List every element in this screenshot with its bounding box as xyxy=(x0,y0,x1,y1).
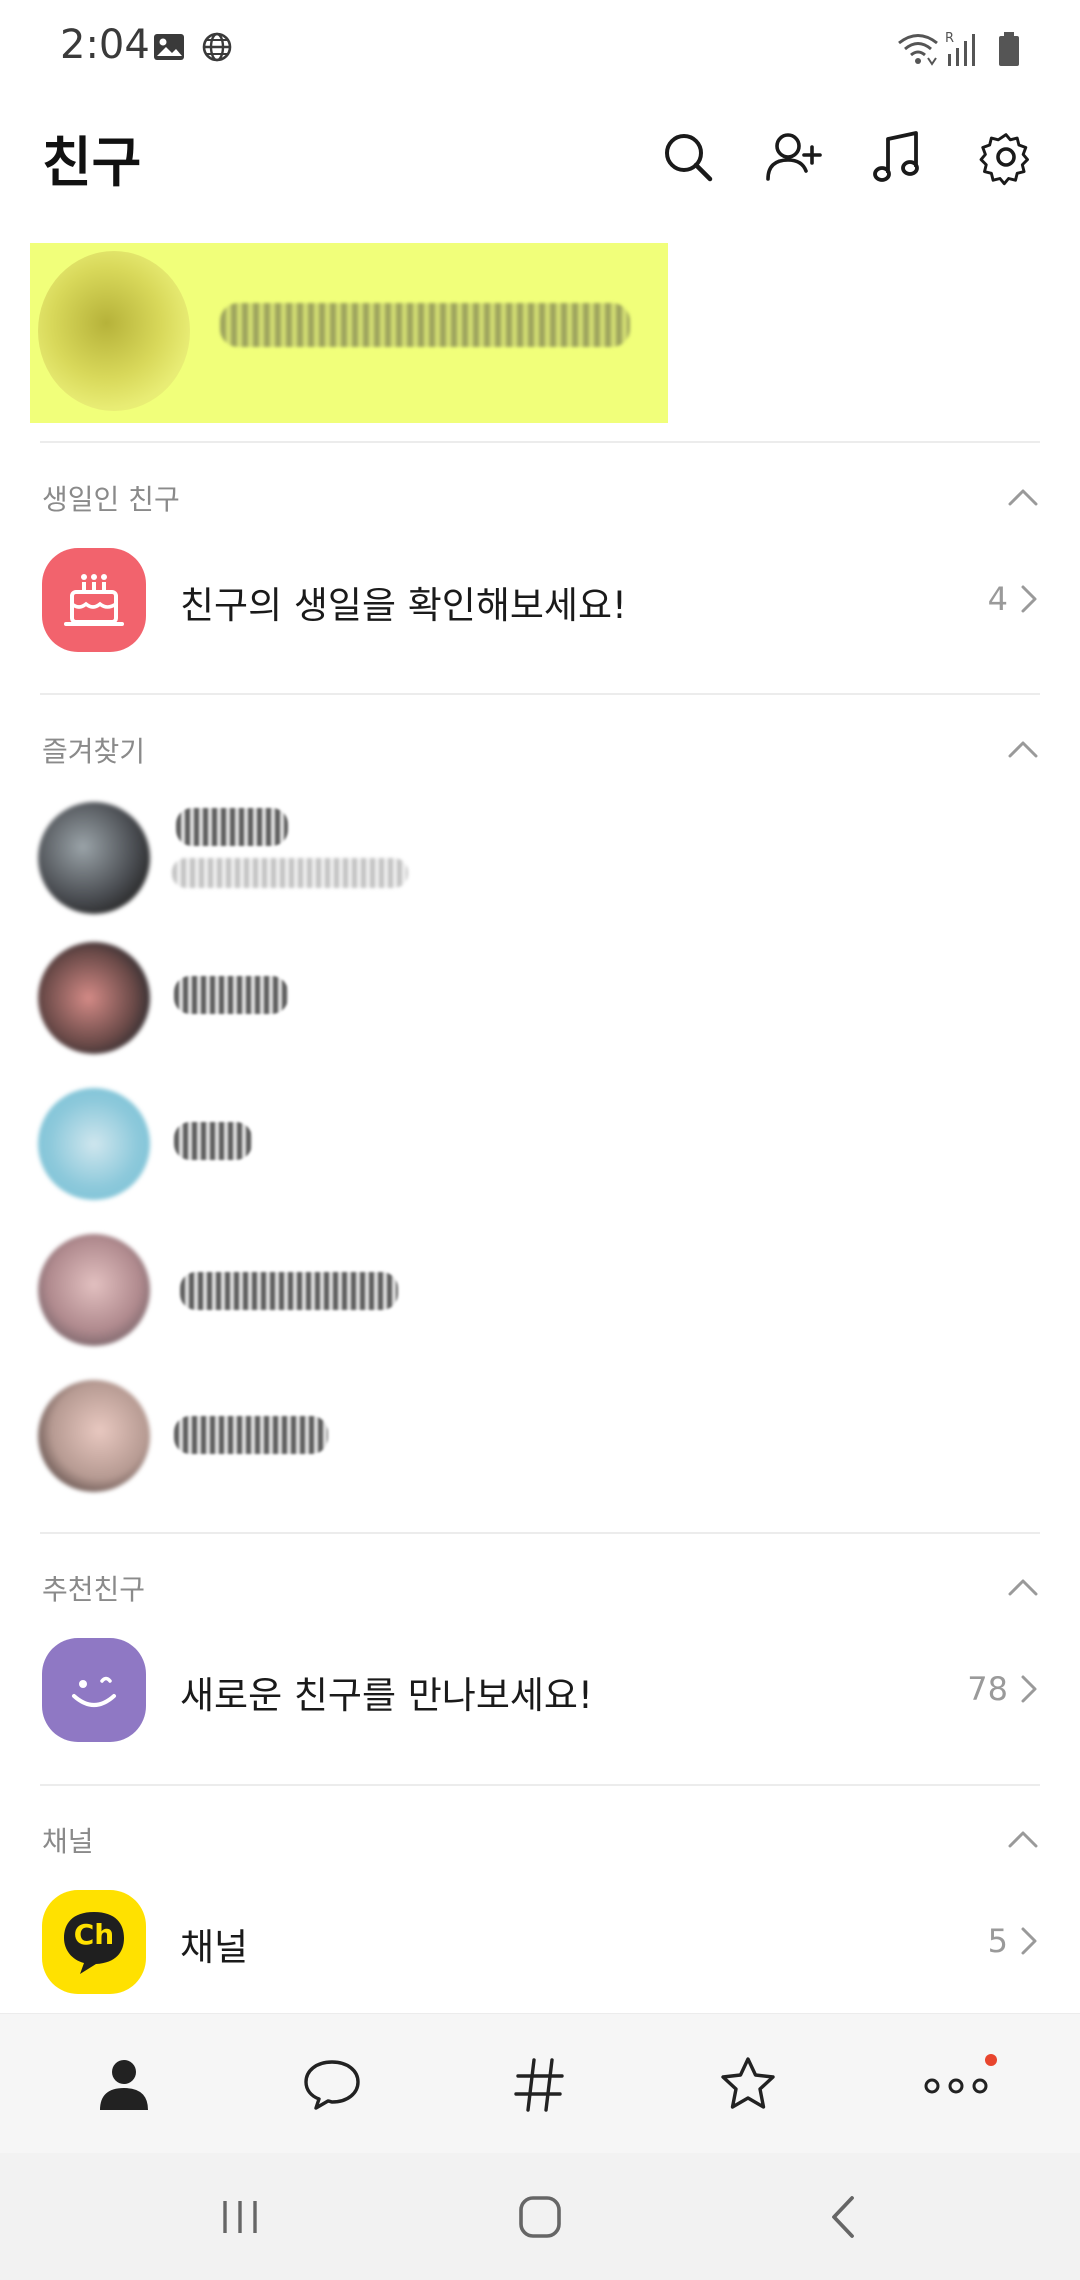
bottom-nav xyxy=(0,2013,1080,2154)
friend-avatar xyxy=(38,942,150,1054)
back-button[interactable] xyxy=(744,2153,944,2280)
channel-count: 5 xyxy=(987,1922,1008,1960)
friend-avatar xyxy=(38,1088,150,1200)
status-time: 2:04 xyxy=(60,22,150,68)
tab-chats[interactable] xyxy=(224,2014,440,2154)
tab-view[interactable] xyxy=(432,2014,648,2154)
tab-shopping[interactable] xyxy=(640,2014,856,2154)
chevron-up-icon[interactable] xyxy=(1006,1828,1040,1850)
chevron-right-icon xyxy=(1021,585,1037,613)
music-icon[interactable] xyxy=(866,125,930,189)
friend-name-redacted xyxy=(174,1122,252,1160)
recents-icon xyxy=(223,2200,257,2233)
divider xyxy=(40,1532,1040,1534)
profile-name-redacted xyxy=(220,303,630,347)
favorite-friend-row[interactable] xyxy=(0,938,1080,1064)
birthday-count: 4 xyxy=(987,580,1008,618)
friends-tab-icon xyxy=(100,2060,148,2110)
section-title-favorites: 즐겨찾기 xyxy=(42,735,146,768)
star-tab-icon xyxy=(721,2057,775,2109)
signal-icon: R xyxy=(945,31,975,66)
friend-name-redacted xyxy=(174,976,288,1014)
favorite-friend-row[interactable] xyxy=(0,1228,1080,1354)
recommended-row-label: 새로운 친구를 만나보세요! xyxy=(180,1674,593,1717)
birthday-row[interactable]: 친구의 생일을 확인해보세요! 4 xyxy=(0,540,1080,660)
channel-icon-text: Ch xyxy=(73,1918,115,1951)
cake-icon xyxy=(42,548,146,652)
hashtag-tab-icon xyxy=(514,2058,564,2112)
battery-icon xyxy=(999,32,1019,66)
search-icon[interactable] xyxy=(656,125,720,189)
section-title-recommended: 추천친구 xyxy=(42,1573,146,1606)
birthday-row-label: 친구의 생일을 확인해보세요! xyxy=(180,584,627,627)
chevron-up-icon[interactable] xyxy=(1006,1576,1040,1598)
channel-row-label: 채널 xyxy=(180,1926,249,1969)
friend-name-redacted xyxy=(180,1272,398,1310)
friend-name-redacted xyxy=(176,808,288,846)
tab-more[interactable] xyxy=(848,2014,1064,2154)
my-profile[interactable] xyxy=(30,243,668,423)
favorite-friend-row[interactable] xyxy=(0,1374,1080,1500)
svg-text:R: R xyxy=(945,31,954,46)
divider xyxy=(40,1784,1040,1786)
friend-avatar xyxy=(38,1380,150,1492)
status-bar: 2:04 R xyxy=(0,0,1080,100)
channel-row[interactable]: Ch 채널 5 xyxy=(0,1882,1080,2002)
chevron-up-icon[interactable] xyxy=(1006,738,1040,760)
chevron-right-icon xyxy=(1021,1927,1037,1955)
home-button[interactable] xyxy=(440,2153,640,2280)
friend-status-redacted xyxy=(172,858,408,888)
page-title: 친구 xyxy=(42,131,142,194)
recents-button[interactable] xyxy=(140,2153,340,2280)
wifi-icon xyxy=(898,34,938,66)
system-nav-bar xyxy=(0,2153,1080,2280)
home-icon xyxy=(519,2195,561,2238)
section-title-birthday: 생일인 친구 xyxy=(42,483,180,516)
chevron-up-icon[interactable] xyxy=(1006,486,1040,508)
chevron-right-icon xyxy=(1021,1675,1037,1703)
divider xyxy=(40,441,1040,443)
globe-icon xyxy=(202,32,232,62)
friend-name-redacted xyxy=(174,1416,328,1454)
channel-icon: Ch xyxy=(42,1890,146,1994)
recommended-count: 78 xyxy=(967,1670,1008,1708)
chat-tab-icon xyxy=(304,2060,360,2110)
image-icon xyxy=(154,34,184,60)
add-friend-icon[interactable] xyxy=(762,125,826,189)
friend-avatar xyxy=(38,802,150,914)
notification-dot xyxy=(985,2054,997,2066)
section-title-channel: 채널 xyxy=(42,1825,94,1858)
favorite-friend-row[interactable] xyxy=(0,796,1080,922)
back-icon xyxy=(832,2195,854,2238)
favorite-friend-row[interactable] xyxy=(0,1082,1080,1208)
profile-avatar xyxy=(38,251,190,411)
recommended-row[interactable]: 새로운 친구를 만나보세요! 78 xyxy=(0,1630,1080,1750)
friend-avatar xyxy=(38,1234,150,1346)
divider xyxy=(40,693,1040,695)
settings-icon[interactable] xyxy=(974,125,1038,189)
tab-friends[interactable] xyxy=(16,2014,232,2154)
smile-icon xyxy=(42,1638,146,1742)
more-tab-icon xyxy=(924,2078,988,2094)
